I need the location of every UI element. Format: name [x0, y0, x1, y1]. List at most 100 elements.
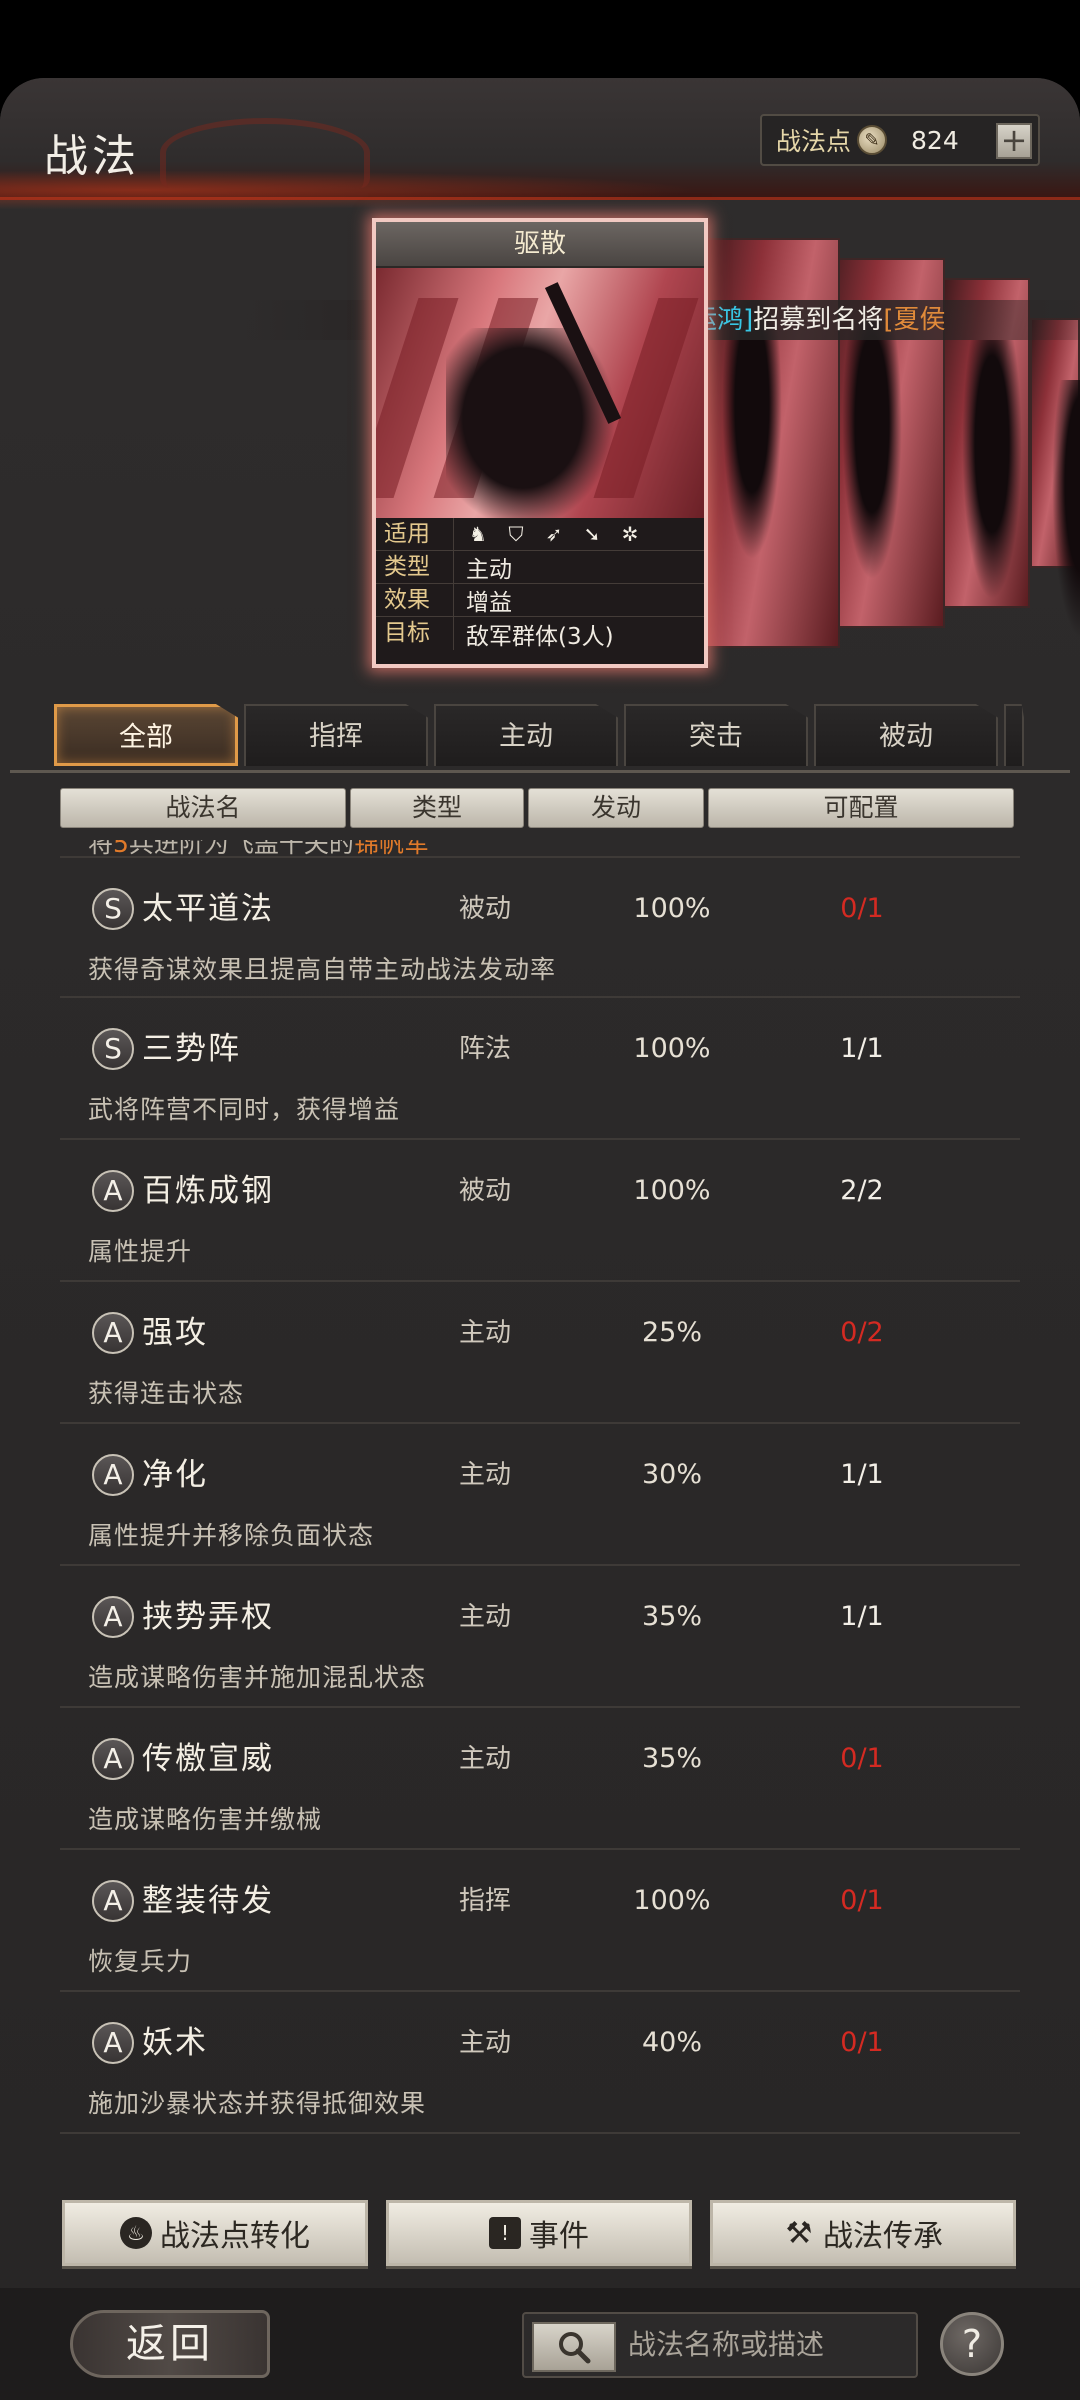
events-button[interactable]: ! 事件: [386, 2200, 692, 2266]
add-points-button[interactable]: +: [996, 123, 1032, 159]
list-item[interactable]: A 传檄宣威 主动 35% 0/1 造成谋略伤害并缴械: [60, 1708, 1020, 1850]
tactic-slots: 0/2: [840, 1317, 884, 1348]
list-item[interactable]: A 妖术 主动 40% 0/1 施加沙暴状态并获得抵御效果: [60, 1992, 1020, 2134]
help-button[interactable]: ?: [940, 2312, 1004, 2376]
column-name[interactable]: 战法名: [60, 788, 346, 828]
cavalry-icon: ♞: [469, 522, 487, 546]
tactic-type: 主动: [458, 2028, 511, 2058]
tab-active[interactable]: 主动: [434, 704, 618, 766]
tactic-name: 妖术: [142, 2025, 208, 2061]
tactic-description: 属性提升并移除负面状态: [88, 1521, 375, 1550]
tactic-rate: 35%: [641, 1601, 702, 1632]
tab-divider: [10, 770, 1070, 773]
tab-passive[interactable]: 被动: [814, 704, 998, 766]
card-title: 驱散: [376, 222, 704, 268]
stat-row-type: 类型 主动: [376, 551, 704, 584]
tactic-rate: 100%: [633, 1885, 711, 1916]
grade-badge: A: [92, 1596, 134, 1638]
tactic-rate: 40%: [641, 2027, 702, 2058]
tactic-type: 被动: [458, 894, 511, 924]
column-configurable[interactable]: 可配置: [708, 788, 1014, 828]
tab-all[interactable]: 全部: [54, 704, 238, 766]
tactic-name: 三势阵: [142, 1031, 241, 1067]
bow-icon: ➶: [545, 522, 563, 546]
list-item[interactable]: A 百炼成钢 被动 100% 2/2 属性提升: [60, 1140, 1020, 1282]
siege-icon: ✲: [621, 522, 639, 546]
screen: 战法 战法点 ✎ 824 + [左运鸿]招募到名将[夏侯 驱散: [0, 0, 1080, 2400]
tactic-name: 强攻: [142, 1315, 208, 1351]
recruit-banner: [左运鸿]招募到名将[夏侯: [655, 300, 1080, 340]
list-item[interactable]: A 强攻 主动 25% 0/2 获得连击状态: [60, 1282, 1020, 1424]
search-input[interactable]: 战法名称或描述: [628, 2314, 824, 2376]
tactic-name: 整装待发: [142, 1883, 274, 1919]
stat-row-troops: 适用 ♞ ⛉ ➶ ➘ ✲: [376, 518, 704, 551]
tactic-description: 获得连击状态: [88, 1379, 245, 1408]
header-cloud-ornament: [160, 118, 370, 188]
grade-badge: A: [92, 1170, 134, 1212]
stat-value: 敌军群体(3人): [466, 623, 614, 650]
header: 战法 战法点 ✎ 824 +: [0, 78, 1080, 210]
tactic-description: 恢复兵力: [88, 1947, 193, 1976]
convert-points-button[interactable]: ♨ 战法点转化: [62, 2200, 368, 2266]
spear-icon: ➘: [583, 522, 601, 546]
tactic-slots: 1/1: [840, 1601, 884, 1632]
card-artwork: [376, 268, 704, 518]
tactic-description: 武将阵营不同时，获得增益: [88, 1095, 401, 1124]
featured-tactic-card[interactable]: 驱散 适用 ♞ ⛉ ➶ ➘ ✲ 类型 主动 效果 增益 目标 敌军群体(3人): [372, 218, 708, 668]
column-header: 战法名 类型 发动 可配置: [60, 788, 1014, 828]
grade-badge: A: [92, 1738, 134, 1780]
tactic-slots: 0/1: [840, 893, 884, 924]
list-item[interactable]: A 净化 主动 30% 1/1 属性提升并移除负面状态: [60, 1424, 1020, 1566]
search-box[interactable]: 战法名称或描述: [522, 2312, 918, 2378]
column-rate[interactable]: 发动: [528, 788, 704, 828]
tab-more[interactable]: [1004, 704, 1024, 766]
banner-message: 招募到名将: [753, 305, 884, 335]
warrior-silhouette: [446, 328, 616, 518]
list-item[interactable]: S 太平道法 被动 100% 0/1 获得奇谋效果且提高自带主动战法发动率: [60, 856, 1020, 998]
troop-icons: ♞ ⛉ ➶ ➘ ✲: [454, 522, 642, 546]
tactic-rate: 100%: [633, 1175, 711, 1206]
carousel-card-4[interactable]: [1030, 318, 1080, 640]
grade-badge: A: [92, 1880, 134, 1922]
tactic-rate: 30%: [641, 1459, 702, 1490]
tactic-points-value: 824: [911, 125, 959, 155]
inherit-tactic-button[interactable]: ⚒ 战法传承: [710, 2200, 1016, 2266]
tactic-list[interactable]: 将5兵进阶为飞盖千夫的锦帆军 S 太平道法 被动 100% 0/1 获得奇谋效果…: [60, 840, 1020, 2250]
tactic-name: 太平道法: [142, 891, 274, 927]
back-button[interactable]: 返回: [70, 2310, 270, 2378]
tactic-slots: 0/1: [840, 1885, 884, 1916]
tactic-name: 百炼成钢: [142, 1173, 274, 1209]
stat-key: 适用: [376, 518, 454, 550]
shield-icon: ⛉: [508, 522, 524, 546]
tactic-description: 属性提升: [88, 1237, 193, 1266]
column-type[interactable]: 类型: [350, 788, 524, 828]
tactic-slots: 2/2: [840, 1175, 884, 1206]
hammer-icon: ⚒: [785, 2215, 813, 2251]
tactic-type: 指挥: [458, 1886, 511, 1916]
tactic-rate: 100%: [633, 893, 711, 924]
stat-key: 效果: [376, 584, 454, 616]
tactic-points-box: 战法点 ✎ 824 +: [760, 114, 1040, 166]
tactic-type: 主动: [458, 1744, 511, 1774]
banner-general-name: [夏侯: [883, 305, 946, 335]
tactic-rate: 100%: [633, 1033, 711, 1064]
tactic-description: 施加沙暴状态并获得抵御效果: [88, 2089, 427, 2118]
list-item[interactable]: S 三势阵 阵法 100% 1/1 武将阵营不同时，获得增益: [60, 998, 1020, 1140]
grade-badge: A: [92, 2022, 134, 2064]
tactic-type: 主动: [458, 1602, 511, 1632]
search-button[interactable]: [532, 2322, 616, 2372]
tactic-slots: 0/1: [840, 1743, 884, 1774]
tactic-name: 传檄宣威: [142, 1741, 274, 1777]
tactic-type: 主动: [458, 1460, 511, 1490]
page-title: 战法: [44, 131, 140, 182]
stat-key: 目标: [376, 617, 454, 650]
stat-row-effect: 效果 增益: [376, 584, 704, 617]
tactic-rate: 25%: [641, 1317, 702, 1348]
list-item[interactable]: A 整装待发 指挥 100% 0/1 恢复兵力: [60, 1850, 1020, 1992]
search-icon: [559, 2332, 591, 2364]
tab-assault[interactable]: 突击: [624, 704, 808, 766]
tab-command[interactable]: 指挥: [244, 704, 428, 766]
stat-row-target: 目标 敌军群体(3人): [376, 617, 704, 650]
event-book-icon: !: [489, 2217, 521, 2249]
list-item[interactable]: A 挟势弄权 主动 35% 1/1 造成谋略伤害并施加混乱状态: [60, 1566, 1020, 1708]
